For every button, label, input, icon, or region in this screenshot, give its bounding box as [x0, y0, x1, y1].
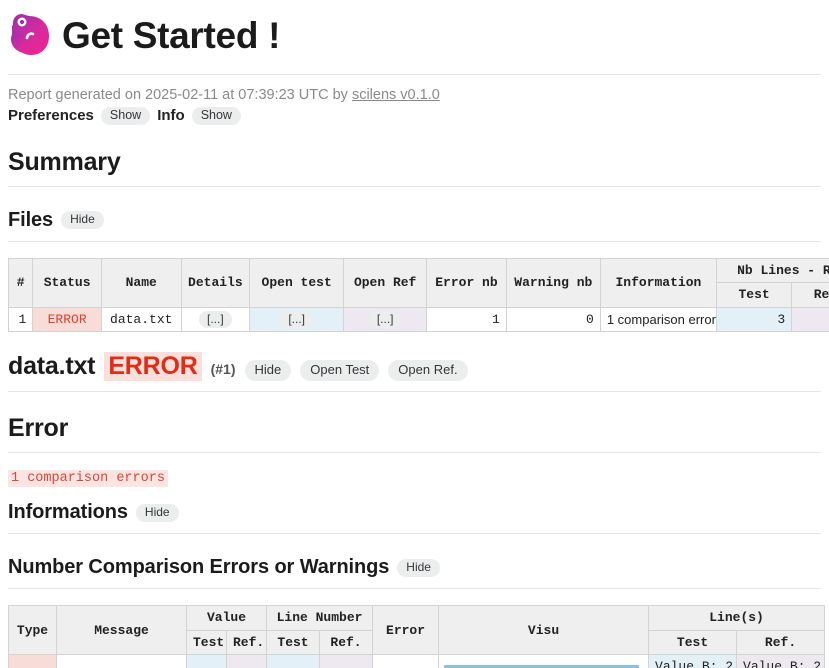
cell-visu: [439, 655, 649, 668]
col-value-ref: Ref.: [227, 630, 267, 655]
header-divider: [8, 74, 821, 75]
ncew-divider: [8, 588, 821, 589]
summary-divider: [8, 186, 821, 187]
cell-open-test: [...]: [250, 307, 344, 332]
col-line-test: Test: [267, 630, 320, 655]
cell-warning-nb: 0: [506, 307, 600, 332]
open-ref-button[interactable]: [...]: [369, 311, 402, 329]
error-heading: Error: [8, 414, 821, 443]
cell-raw-test: 3: [716, 307, 791, 332]
files-divider: [8, 241, 821, 242]
generator-link[interactable]: scilens v0.1.0: [352, 87, 440, 103]
cell-lines-ref: Value B: 2 Value C: 3: [737, 655, 825, 668]
file-index: (#1): [211, 361, 236, 377]
error-message: 1 comparison errors: [8, 470, 168, 487]
col-raw-ref: Ref.: [792, 283, 829, 308]
col-warning-nb: Warning nb: [506, 258, 600, 307]
col-error-nb: Error nb: [427, 258, 507, 307]
cell-error-pct: 200.00%: [373, 655, 439, 668]
preferences-label: Preferences: [8, 106, 94, 126]
cell-name: data.txt: [101, 307, 181, 332]
cell-line-ref: 3: [320, 655, 373, 668]
status-badge: ERROR: [33, 307, 102, 332]
file-section-header: data.txt ERROR (#1) Hide Open Test Open …: [8, 352, 821, 381]
file-name: data.txt: [8, 352, 95, 381]
error-divider: [8, 452, 821, 453]
lines-test-1: Value B: 2: [655, 657, 730, 668]
table-row: 1 ERROR data.txt [...] [...] [...] 1 0 1…: [9, 307, 829, 332]
col-value-test: Test: [187, 630, 227, 655]
ncew-table-wrap: Type Message Value Line Number Error Vis…: [8, 605, 821, 668]
toggles-row: Preferences Show Info Show: [8, 106, 821, 126]
generated-prefix: Report generated on 2025-02-11 at 07:39:…: [8, 87, 352, 103]
open-test-button[interactable]: [...]: [280, 311, 313, 329]
summary-header-row-1: # Status Name Details Open test Open Ref…: [9, 258, 829, 283]
files-hide-button[interactable]: Hide: [61, 211, 104, 229]
page-header: Get Started !: [8, 0, 821, 64]
info-label: Info: [157, 106, 185, 126]
col-visu: Visu: [439, 606, 649, 655]
file-open-ref-button[interactable]: Open Ref.: [388, 360, 467, 381]
file-status-badge: ERROR: [104, 352, 201, 381]
cell-type: ERROR: [9, 655, 57, 668]
ncew-heading: Number Comparison Errors or Warnings: [8, 556, 389, 579]
files-summary-table: # Status Name Details Open test Open Ref…: [8, 258, 829, 333]
cell-message: Rel. err. > 0.01: [57, 655, 187, 668]
info-show-button[interactable]: Show: [192, 107, 241, 126]
col-index: #: [9, 258, 33, 307]
summary-heading: Summary: [8, 148, 821, 177]
cell-line-test: 3: [267, 655, 320, 668]
col-raw-test: Test: [716, 283, 791, 308]
cell-lines-test: Value B: 2 Value C: 9: [649, 655, 737, 668]
col-group-lines: Line(s): [649, 606, 825, 631]
page-title: Get Started !: [62, 17, 280, 54]
informations-hide-button[interactable]: Hide: [136, 504, 179, 522]
lines-ref-1: Value B: 2: [743, 657, 818, 668]
table-row: ERROR Rel. err. > 0.01 9.0 3.0 3 3 200.0…: [9, 655, 825, 668]
files-heading-row: Files Hide: [8, 209, 821, 232]
ncew-table: Type Message Value Line Number Error Vis…: [8, 605, 825, 668]
col-open-test: Open test: [250, 258, 344, 307]
ncew-heading-row: Number Comparison Errors or Warnings Hid…: [8, 556, 821, 579]
col-type: Type: [9, 606, 57, 655]
cell-raw-ref: 3: [792, 307, 829, 332]
col-error: Error: [373, 606, 439, 655]
col-lines-ref: Ref.: [737, 630, 825, 655]
cell-information: 1 comparison errors: [600, 307, 716, 332]
informations-heading-row: Informations Hide: [8, 501, 821, 524]
col-information: Information: [600, 258, 716, 307]
summary-table-scroll[interactable]: # Status Name Details Open test Open Ref…: [8, 258, 829, 333]
cell-error-nb: 1: [427, 307, 507, 332]
file-hide-button[interactable]: Hide: [245, 360, 292, 381]
informations-divider: [8, 533, 821, 534]
cell-value-test: 9.0: [187, 655, 227, 668]
col-message: Message: [57, 606, 187, 655]
informations-heading: Informations: [8, 501, 128, 524]
col-line-ref: Ref.: [320, 630, 373, 655]
files-heading: Files: [8, 209, 53, 232]
ncew-header-row-1: Type Message Value Line Number Error Vis…: [9, 606, 825, 631]
col-lines-test: Test: [649, 630, 737, 655]
col-group-nb-lines-raw: Nb Lines - Raw: [716, 258, 829, 283]
report-page: Get Started ! Report generated on 2025-0…: [0, 0, 829, 668]
details-button[interactable]: [...]: [199, 311, 232, 329]
report-generated-line: Report generated on 2025-02-11 at 07:39:…: [8, 86, 821, 104]
cell-details: [...]: [181, 307, 250, 332]
preferences-show-button[interactable]: Show: [101, 107, 150, 126]
col-details: Details: [181, 258, 250, 307]
ncew-hide-button[interactable]: Hide: [397, 559, 440, 577]
cell-index: 1: [9, 307, 33, 332]
col-name: Name: [101, 258, 181, 307]
chameleon-logo-icon: [8, 11, 52, 59]
cell-value-ref: 3.0: [227, 655, 267, 668]
file-open-test-button[interactable]: Open Test: [300, 360, 379, 381]
file-divider: [8, 391, 821, 392]
cell-open-ref: [...]: [344, 307, 427, 332]
col-group-line-number: Line Number: [267, 606, 373, 631]
col-group-value: Value: [187, 606, 267, 631]
col-open-ref: Open Ref: [344, 258, 427, 307]
col-status: Status: [33, 258, 102, 307]
